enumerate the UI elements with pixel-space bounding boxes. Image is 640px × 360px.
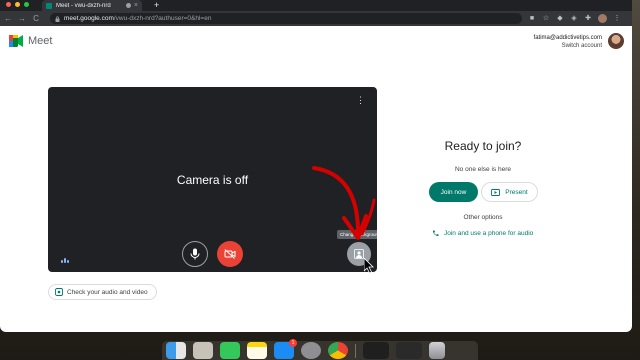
url-path: /vwu-dxzh-nrd?authuser=0&hl=en [113, 15, 212, 22]
participants-status: No one else is here [454, 166, 511, 173]
extension-icon[interactable]: ◈ [570, 15, 578, 23]
lock-icon [55, 15, 60, 22]
address-bar[interactable]: meet.google.com /vwu-dxzh-nrd?authuser=0… [50, 13, 522, 24]
camera-off-icon [224, 249, 236, 259]
present-button[interactable]: Present [481, 182, 538, 202]
camera-in-use-icon[interactable]: ■ [528, 15, 536, 23]
check-audio-label: Check your audio and video [67, 288, 148, 296]
puzzle-icon[interactable]: ✚ [584, 15, 592, 23]
recording-indicator-icon [125, 3, 131, 8]
menu-kebab-icon[interactable]: ⋮ [613, 15, 621, 23]
meet-favicon-icon [46, 2, 52, 9]
chrome-icon[interactable] [328, 342, 348, 359]
profile-avatar[interactable] [598, 14, 607, 23]
mouse-cursor-icon [364, 258, 374, 274]
tab-bar: Meet - vwu-dxzh-nrd × + [0, 0, 632, 11]
browser-toolbar: ← → C meet.google.com /vwu-dxzh-nrd?auth… [0, 11, 632, 26]
minimize-window-button[interactable] [15, 2, 20, 7]
meet-logo-icon [9, 35, 23, 47]
url-host: meet.google.com [64, 15, 114, 22]
check-audio-video-button[interactable]: Check your audio and video [48, 284, 157, 300]
more-options-icon[interactable]: ⋮ [356, 96, 365, 105]
reload-button[interactable]: C [30, 14, 42, 23]
camera-toggle-button[interactable] [217, 241, 243, 267]
join-now-button[interactable]: Join now [429, 182, 478, 202]
phone-audio-label: Join and use a phone for audio [444, 230, 534, 237]
window-thumbnail[interactable] [396, 342, 422, 359]
bookmark-star-icon[interactable]: ☆ [542, 15, 550, 23]
window-thumbnail[interactable] [363, 342, 389, 359]
audio-level-icon [61, 258, 69, 263]
system-preferences-icon[interactable] [301, 342, 321, 359]
back-button[interactable]: ← [2, 14, 14, 23]
notification-badge: 1 [289, 339, 297, 347]
browser-window: Meet - vwu-dxzh-nrd × + ← → C meet.googl… [0, 0, 632, 332]
toolbar-icons: ■ ☆ ◆ ◈ ✚ ⋮ [528, 14, 621, 23]
close-window-button[interactable] [6, 2, 11, 7]
microphone-icon [190, 248, 200, 260]
present-label: Present [505, 188, 528, 196]
forward-button[interactable]: → [16, 14, 28, 23]
browser-tab[interactable]: Meet - vwu-dxzh-nrd × [42, 0, 142, 11]
fullscreen-window-button[interactable] [24, 2, 29, 7]
dock-separator [355, 343, 356, 358]
video-preview: ⋮ Camera is off Change background [48, 87, 377, 272]
macos-dock: 1 [162, 339, 478, 360]
switch-account-link[interactable]: Switch account [534, 42, 602, 50]
app-store-icon[interactable]: 1 [274, 339, 297, 359]
present-screen-icon [491, 188, 501, 196]
notes-icon[interactable] [247, 342, 267, 359]
extension-tag-icon[interactable]: ◆ [556, 15, 564, 23]
change-background-tooltip: Change background [337, 230, 377, 239]
phone-icon [432, 230, 439, 237]
app-name: Meet [28, 35, 53, 47]
ready-to-join-title: Ready to join? [444, 139, 522, 153]
account-info: fatima@addictivetips.com Switch account [534, 34, 602, 50]
camera-off-label: Camera is off [176, 173, 249, 187]
tab-close-icon[interactable]: × [134, 2, 138, 9]
audio-check-icon [55, 288, 63, 296]
tab-title: Meet - vwu-dxzh-nrd [56, 2, 111, 9]
trash-icon[interactable] [429, 342, 445, 359]
microphone-button[interactable] [182, 241, 208, 267]
background-person-icon [354, 249, 364, 259]
phone-audio-link[interactable]: Join and use a phone for audio [432, 230, 533, 237]
account-email: fatima@addictivetips.com [533, 35, 602, 41]
finder-icon[interactable] [166, 342, 186, 359]
meet-logo[interactable]: Meet [9, 35, 52, 47]
account-avatar[interactable] [608, 33, 624, 49]
new-tab-button[interactable]: + [154, 0, 159, 11]
messages-icon[interactable] [220, 342, 240, 359]
launchpad-icon[interactable] [193, 342, 213, 359]
other-options-heading: Other options [463, 214, 503, 221]
